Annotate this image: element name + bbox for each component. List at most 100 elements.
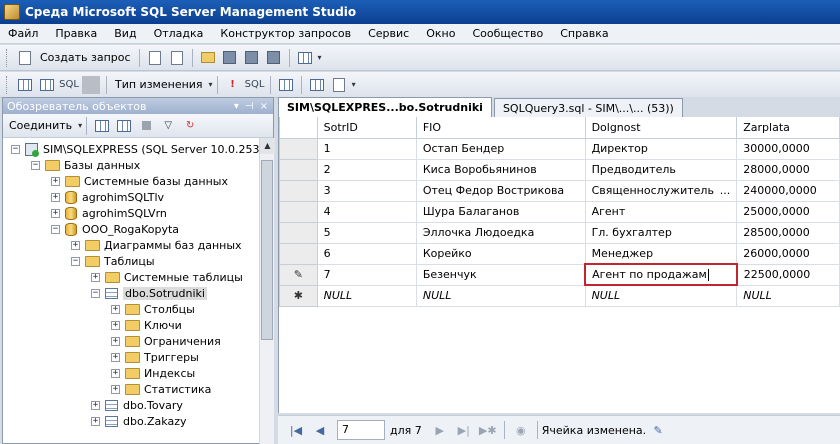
tree-item-columns[interactable]: + Столбцы (111, 301, 195, 317)
tab-sotrudniki[interactable]: SIM\SQLEXPRES...bo.Sotrudniki (278, 97, 492, 117)
tree-item-system-tables[interactable]: + Системные таблицы (91, 269, 243, 285)
cell-dolgnost[interactable]: Гл. бухгалтер (584, 221, 738, 244)
scroll-up-icon[interactable]: ▲ (260, 138, 275, 154)
connect-button[interactable]: Соединить (9, 119, 72, 132)
row-selector[interactable] (279, 221, 318, 244)
collapse-icon[interactable]: − (31, 160, 40, 170)
first-record-icon[interactable]: |◀ (288, 422, 304, 438)
cell-sotrid[interactable]: 7 (316, 263, 417, 286)
cell-fio[interactable]: Безенчук (415, 263, 586, 286)
tree-item-system-databases[interactable]: + Системные базы данных (51, 173, 228, 189)
tab-sqlquery3[interactable]: SQLQuery3.sql - SIM\...\... (53)) (493, 98, 683, 117)
cell-fio[interactable]: Остап Бендер (415, 137, 586, 160)
tree-item-triggers[interactable]: + Триггеры (111, 349, 199, 365)
chevron-down-icon[interactable]: ▾ (78, 121, 82, 130)
cell-dolgnost-editing[interactable]: Агент по продажам (584, 263, 738, 286)
verify-sql-icon[interactable]: SQL (245, 76, 265, 94)
cell-dolgnost[interactable]: Предводитель (584, 158, 738, 181)
cell-fio[interactable]: Эллочка Людоедка (415, 221, 586, 244)
menu-community[interactable]: Сообщество (472, 27, 543, 40)
show-diagram-icon[interactable] (16, 76, 34, 94)
show-results-icon[interactable] (82, 75, 100, 94)
save-all-icon[interactable] (243, 49, 261, 67)
cell-fio[interactable]: Киса Воробьянинов (415, 158, 586, 181)
chevron-down-icon[interactable]: ▾ (209, 80, 213, 89)
expand-icon[interactable]: + (71, 240, 80, 250)
filter-icon[interactable]: ▽ (159, 117, 177, 135)
cell-sotrid[interactable]: 6 (316, 242, 417, 265)
cell-fio[interactable]: Шура Балаганов (415, 200, 586, 223)
column-header-fio[interactable]: FIO (415, 117, 586, 139)
object-explorer-scrollbar[interactable]: ▲ (259, 138, 275, 444)
menu-help[interactable]: Справка (560, 27, 608, 40)
scroll-thumb[interactable] (261, 160, 273, 340)
tree-item-db-ooo-rogakopyta[interactable]: − OOO_RogaKopyta (51, 221, 179, 237)
previous-record-icon[interactable]: ◀ (312, 422, 328, 438)
last-record-icon[interactable]: ▶| (456, 422, 472, 438)
close-icon[interactable]: × (260, 101, 268, 112)
column-header-sotrid[interactable]: SotrID (316, 117, 417, 139)
cell-sotrid[interactable]: NULL (316, 284, 417, 307)
tree-item-db-agrohimsqlvrn[interactable]: + agrohimSQLVrn (51, 205, 167, 221)
execute-icon[interactable]: ! (224, 76, 242, 94)
expand-icon[interactable]: + (51, 192, 60, 202)
expand-icon[interactable]: + (111, 320, 120, 330)
cell-zarplata[interactable]: 25000,0000 (736, 200, 840, 223)
tree-item-dbo-sotrudniki[interactable]: − dbo.Sotrudniki (91, 285, 207, 301)
expand-icon[interactable]: + (51, 208, 60, 218)
refresh-icon[interactable]: ↻ (181, 117, 199, 135)
cell-sotrid[interactable]: 2 (316, 158, 417, 181)
row-selector[interactable] (279, 158, 318, 181)
tree-item-statistics[interactable]: + Статистика (111, 381, 211, 397)
collapse-icon[interactable]: − (11, 144, 20, 154)
new-file-icon[interactable] (146, 49, 164, 67)
cell-sotrid[interactable]: 4 (316, 200, 417, 223)
menu-tools[interactable]: Сервис (368, 27, 409, 40)
new-row-icon[interactable]: ✱ (279, 284, 318, 307)
row-selector[interactable] (279, 200, 318, 223)
cell-zarplata[interactable]: 30000,0000 (736, 137, 840, 160)
tree-item-server[interactable]: − SIM\SQLEXPRESS (SQL Server 10.0.2531 - (11, 141, 259, 157)
cell-zarplata[interactable]: 22500,0000 (736, 263, 840, 286)
menu-query-designer[interactable]: Конструктор запросов (220, 27, 351, 40)
open-folder-icon[interactable] (199, 49, 217, 67)
column-header-dolgnost[interactable]: Dolgnost (584, 117, 738, 139)
new-record-icon[interactable]: ▶✱ (479, 422, 497, 438)
collapse-icon[interactable]: − (91, 288, 100, 298)
record-number-input[interactable]: 7 (337, 420, 385, 440)
row-selector[interactable] (279, 179, 318, 202)
stop-icon[interactable]: ◉ (513, 422, 529, 438)
print-icon[interactable] (265, 49, 283, 67)
toolbar-overflow-icon[interactable]: ▾ (318, 53, 322, 62)
tree-item-dbo-zakazy[interactable]: + dbo.Zakazy (91, 413, 186, 429)
tree-item-constraints[interactable]: + Ограничения (111, 333, 221, 349)
tree-item-keys[interactable]: + Ключи (111, 317, 182, 333)
tree-item-tables[interactable]: − Таблицы (71, 253, 155, 269)
disconnect-icon[interactable] (115, 117, 133, 135)
menu-view[interactable]: Вид (114, 27, 136, 40)
expand-icon[interactable]: + (51, 176, 60, 186)
save-icon[interactable] (221, 49, 239, 67)
cell-zarplata[interactable]: 240000,0000 (736, 179, 840, 202)
cell-dolgnost[interactable]: NULL (584, 284, 738, 307)
menu-edit[interactable]: Правка (55, 27, 97, 40)
expand-icon[interactable]: + (91, 416, 100, 426)
toolbar-grip[interactable] (6, 48, 9, 67)
tree-item-indexes[interactable]: + Индексы (111, 365, 195, 381)
cell-dolgnost[interactable]: Агент (584, 200, 738, 223)
activity-monitor-icon[interactable] (296, 49, 314, 67)
cell-fio[interactable]: NULL (415, 284, 586, 307)
stop-icon[interactable] (137, 117, 155, 135)
pencil-icon[interactable]: ✎ (279, 263, 318, 286)
group-by-icon[interactable] (277, 76, 295, 94)
cell-dolgnost[interactable]: Директор (584, 137, 738, 160)
toolbar-grip[interactable] (6, 75, 9, 94)
expand-icon[interactable]: + (91, 272, 100, 282)
expand-icon[interactable]: + (111, 304, 120, 314)
show-criteria-icon[interactable] (38, 76, 56, 94)
dropdown-icon[interactable]: ▾ (234, 101, 239, 112)
tree-item-db-agrohimsqltlv[interactable]: + agrohimSQLTlv (51, 189, 164, 205)
menu-file[interactable]: Файл (8, 27, 38, 40)
next-record-icon[interactable]: ▶ (432, 422, 448, 438)
collapse-icon[interactable]: − (71, 256, 80, 266)
